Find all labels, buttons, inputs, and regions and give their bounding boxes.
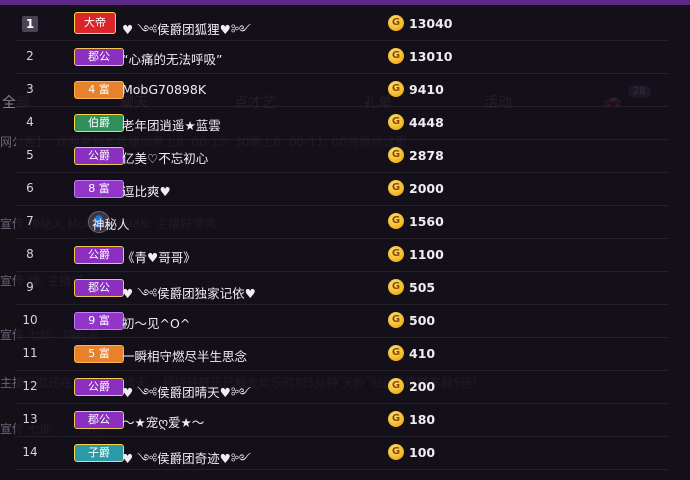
contribution-amount: 1560 [409,214,444,229]
coin-icon: G [388,48,404,64]
rank-number: 3 [26,82,34,96]
contribution-amount: 2878 [409,148,444,163]
contribution-amount: 1100 [409,247,444,262]
coin-icon: G [388,378,404,394]
user-name[interactable]: 亿美♡不忘初心 [122,148,208,167]
coin-icon: G [388,444,404,460]
leaderboard-row[interactable]: 9 郡公 ♥ ༺侯爵团独家记依♥ G 505 [16,272,668,305]
user-name[interactable]: 初～见^O^ [122,313,190,332]
title-badge: 9 富 [74,312,124,330]
leaderboard-row[interactable]: 1 大帝 ♥ ༺侯爵团狐狸♥༻ G 13040 [16,8,668,41]
rank-number: 7 [26,214,34,228]
rank-number: 10 [22,313,38,327]
leaderboard-row[interactable]: 8 公爵 《青♥哥哥》 G 1100 [16,239,668,272]
rank-number: 9 [26,280,34,294]
leaderboard-row[interactable]: 6 8 富 逗比爽♥ G 2000 [16,173,668,206]
coin-icon: G [388,411,404,427]
leaderboard-list: 1 大帝 ♥ ༺侯爵团狐狸♥༻ G 13040 2 郡公 “心痛的无法呼吸” G… [16,8,668,470]
rank-number: 1 [22,16,38,32]
leaderboard-row[interactable]: 7 👤 神秘人 G 1560 [16,206,668,239]
rank-number: 6 [26,181,34,195]
contribution-amount: 4448 [409,115,444,130]
leaderboard-row[interactable]: 11 5 富 一瞬相守燃尽半生思念 G 410 [16,338,668,371]
leaderboard-row[interactable]: 12 公爵 ♥ ༺侯爵团晴天♥༻ G 200 [16,371,668,404]
contribution-amount: 2000 [409,181,444,196]
contribution-amount: 13040 [409,16,453,31]
leaderboard-row[interactable]: 4 伯爵 老年团逍遥★蓝雲 G 4448 [16,107,668,140]
leaderboard-row[interactable]: 13 郡公 ～★宠ღ爱★～ G 180 [16,404,668,437]
rank-number: 4 [26,115,34,129]
leaderboard-row[interactable]: 5 公爵 亿美♡不忘初心 G 2878 [16,140,668,173]
contribution-amount: 410 [409,346,436,361]
title-badge: 公爵 [74,246,124,264]
contribution-amount: 200 [409,379,436,394]
title-badge: 郡公 [74,48,124,66]
coin-icon: G [388,312,404,328]
rank-number: 14 [22,445,38,459]
contribution-amount: 500 [409,313,436,328]
title-badge: 5 富 [74,345,124,363]
coin-icon: G [388,279,404,295]
rank-number: 5 [26,148,34,162]
coin-icon: G [388,147,404,163]
title-badge: 郡公 [74,411,124,429]
title-badge: 大帝 [74,12,116,34]
coin-icon: G [388,81,404,97]
coin-icon: G [388,114,404,130]
user-name[interactable]: ♥ ༺侯爵团奇迹♥༻ [122,445,251,480]
coin-icon: G [388,180,404,196]
rank-number: 11 [22,346,38,360]
rank-number: 2 [26,49,34,63]
leaderboard-row[interactable]: 2 郡公 “心痛的无法呼吸” G 13010 [16,41,668,74]
coin-icon: G [388,246,404,262]
title-badge: 公爵 [74,378,124,396]
contribution-amount: 9410 [409,82,444,97]
rank-number: 8 [26,247,34,261]
title-badge: 公爵 [74,147,124,165]
rank-number: 13 [22,412,38,426]
title-badge: 郡公 [74,279,124,297]
user-name[interactable]: MobG70898K [122,82,206,97]
user-name[interactable]: 逗比爽♥ [122,181,171,200]
leaderboard-row[interactable]: 14 子爵 ♥ ༺侯爵团奇迹♥༻ G 100 [16,437,668,470]
user-name[interactable]: ～★宠ღ爱★～ [122,412,204,431]
contribution-amount: 505 [409,280,436,295]
title-badge: 伯爵 [74,114,124,132]
leaderboard-row[interactable]: 10 9 富 初～见^O^ G 500 [16,305,668,338]
contribution-amount: 180 [409,412,436,427]
user-name[interactable]: 老年团逍遥★蓝雲 [122,115,221,134]
title-badge: 子爵 [74,444,124,462]
user-name[interactable]: “心痛的无法呼吸” [122,49,222,68]
user-name[interactable]: 《青♥哥哥》 [122,247,196,266]
rank-number: 12 [22,379,38,393]
contribution-amount: 13010 [409,49,453,64]
coin-icon: G [388,15,404,31]
user-name[interactable]: 神秘人 [92,214,130,233]
coin-icon: G [388,213,404,229]
title-badge: 4 富 [74,81,124,99]
user-name[interactable]: 一瞬相守燃尽半生思念 [122,346,247,365]
contribution-amount: 100 [409,445,436,460]
top-accent-bar [0,0,690,5]
coin-icon: G [388,345,404,361]
leaderboard-row[interactable]: 3 4 富 MobG70898K G 9410 [16,74,668,107]
title-badge: 8 富 [74,180,124,198]
